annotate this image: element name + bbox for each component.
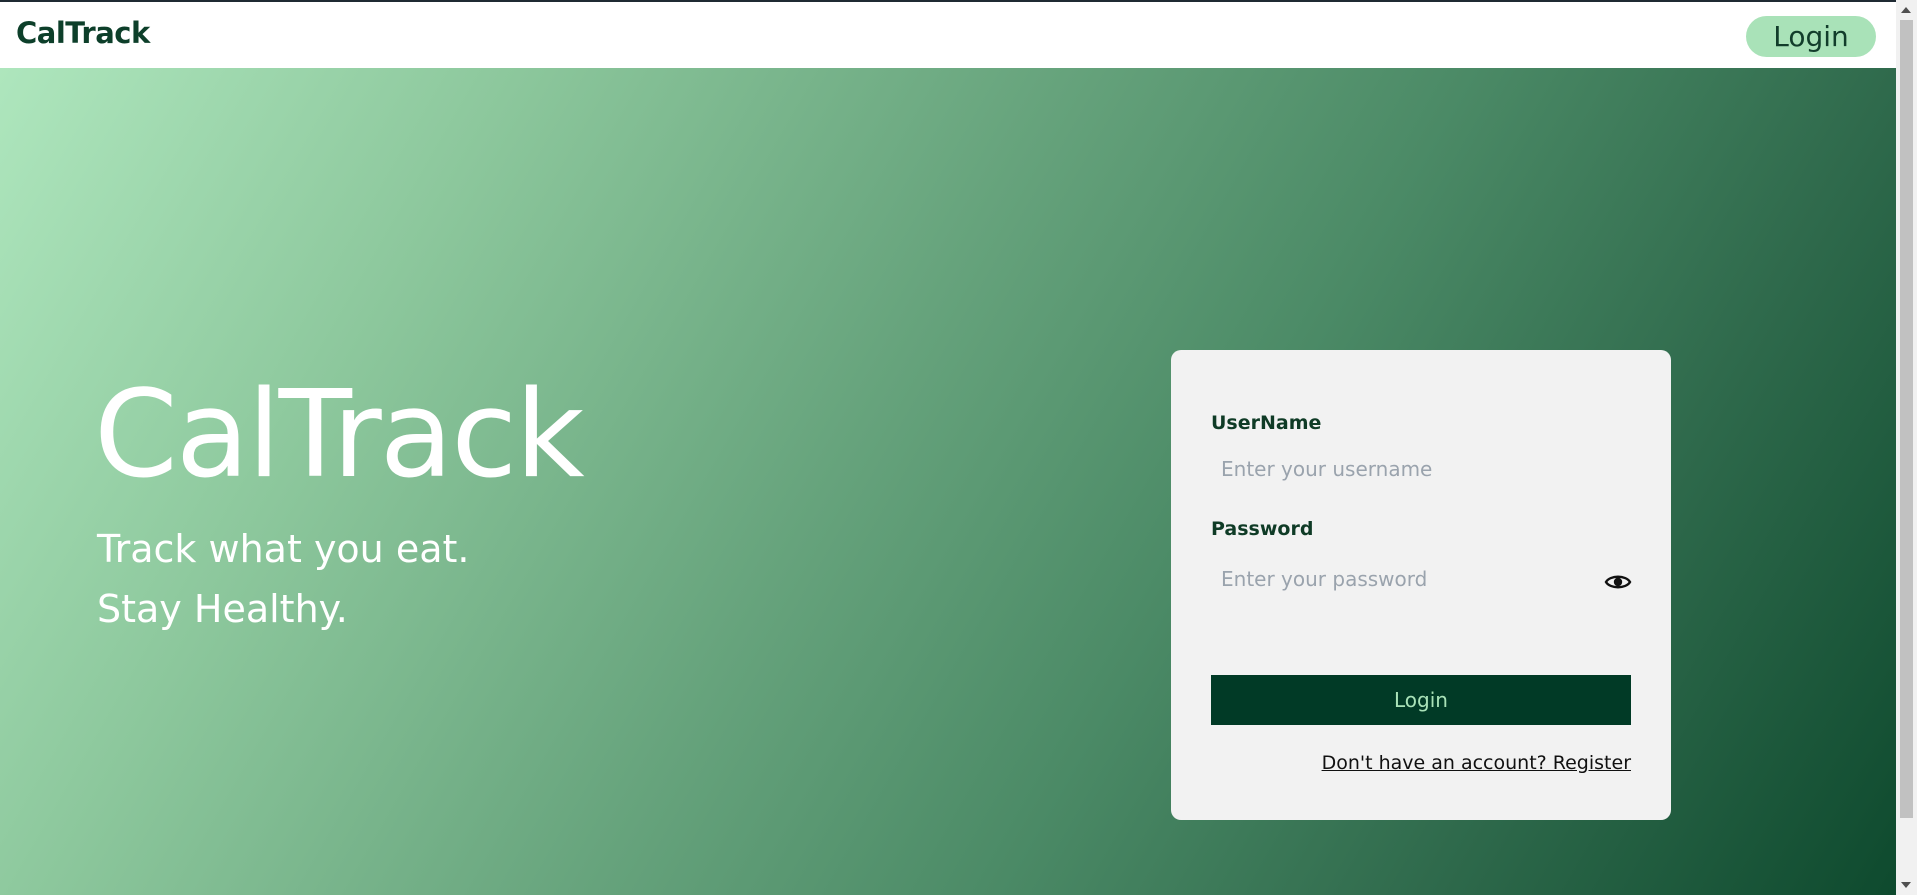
password-label: Password (1211, 518, 1314, 540)
register-link[interactable]: Don't have an account? Register (1322, 752, 1631, 774)
password-input[interactable] (1211, 556, 1631, 602)
hero-subtitle-line1: Track what you eat. (97, 527, 470, 571)
navbar: CalTrack Login (0, 2, 1896, 68)
username-input[interactable] (1211, 446, 1631, 492)
brand-logo[interactable]: CalTrack (16, 16, 150, 50)
login-submit-button[interactable]: Login (1211, 675, 1631, 725)
scroll-down-arrow-icon[interactable] (1901, 882, 1911, 888)
hero-title: CalTrack (94, 366, 585, 505)
scroll-up-arrow-icon[interactable] (1901, 7, 1911, 13)
nav-login-button[interactable]: Login (1746, 16, 1876, 57)
username-label: UserName (1211, 412, 1322, 434)
eye-icon[interactable] (1604, 572, 1632, 592)
vertical-scrollbar[interactable] (1896, 0, 1917, 895)
hero-section: CalTrack Track what you eat. Stay Health… (0, 68, 1896, 895)
login-card: UserName Password Login Don't have an ac… (1171, 350, 1671, 820)
scroll-thumb[interactable] (1900, 20, 1913, 818)
hero-subtitle-line2: Stay Healthy. (97, 587, 348, 631)
